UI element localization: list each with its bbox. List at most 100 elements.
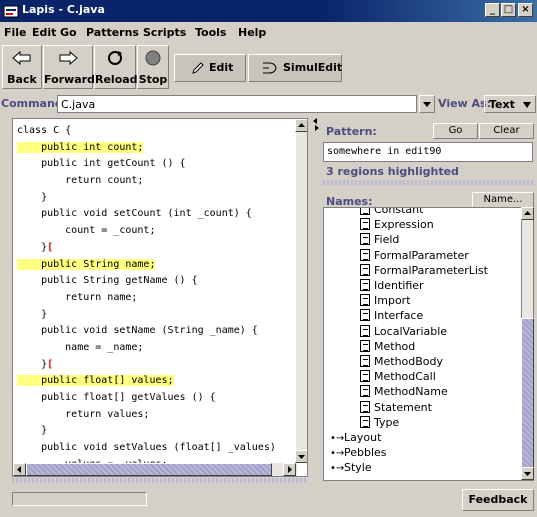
- tree-item[interactable]: MethodBody: [360, 354, 443, 370]
- close-button[interactable]: ×: [518, 3, 533, 17]
- tree-item[interactable]: LocalVariable: [360, 324, 447, 340]
- code-line: public float[] values;: [13, 373, 297, 390]
- tree-item[interactable]: Import: [360, 293, 411, 309]
- tree-folder[interactable]: •→Style: [330, 460, 372, 476]
- document-icon: [360, 370, 370, 383]
- minimize-button[interactable]: _: [485, 3, 500, 17]
- edit-button[interactable]: Edit: [174, 54, 246, 82]
- arrow-down-icon: [298, 455, 305, 459]
- reload-button[interactable]: Reload: [94, 45, 138, 89]
- code-editor[interactable]: class C { public int count; public int g…: [12, 118, 308, 477]
- code-line: }: [13, 190, 297, 207]
- menu-edit[interactable]: Edit: [32, 26, 56, 39]
- simuledit-button[interactable]: SimulEdit: [248, 54, 342, 82]
- code-line: public void setName (String _name) {: [13, 323, 297, 340]
- command-row: Command: C.java View As: Text: [0, 94, 537, 114]
- menu-tools[interactable]: Tools: [195, 26, 226, 39]
- tree-folder[interactable]: •→Pebbles: [330, 445, 387, 461]
- code-line: public void setCount (int _count) {: [13, 206, 297, 223]
- scroll-up-button[interactable]: [295, 119, 307, 132]
- menu-go[interactable]: Go: [60, 26, 77, 39]
- tree-item[interactable]: Interface: [360, 308, 423, 324]
- code-text: }: [17, 241, 48, 253]
- editor-split-handle[interactable]: [12, 478, 308, 483]
- tree-item[interactable]: Expression: [360, 217, 434, 233]
- tree-item-label: Identifier: [374, 279, 424, 292]
- tree-folder[interactable]: •→Layout: [330, 430, 381, 446]
- pencil-icon: [192, 62, 204, 74]
- tree-item-label: Method: [374, 339, 416, 353]
- names-scroll-thumb[interactable]: [521, 318, 534, 468]
- tree-item-label: Statement: [374, 400, 432, 414]
- maximize-button[interactable]: □: [501, 3, 516, 17]
- code-line: }: [13, 307, 297, 324]
- expand-handle-icon[interactable]: •→: [330, 461, 344, 477]
- go-button[interactable]: Go: [433, 123, 478, 139]
- document-icon: [360, 208, 370, 215]
- code-line: public void setValues (float[] _values): [13, 440, 297, 457]
- menu-scripts[interactable]: Scripts: [143, 26, 186, 39]
- code-text: public int getCount () {: [17, 158, 186, 170]
- command-input[interactable]: C.java: [57, 95, 417, 113]
- feedback-button[interactable]: Feedback: [462, 489, 534, 511]
- code-line: }: [13, 423, 297, 440]
- code-line: public String getName () {: [13, 273, 297, 290]
- code-text: class C {: [17, 125, 72, 136]
- highlighted-region: public int count;: [17, 141, 144, 153]
- scroll-left-button[interactable]: [13, 463, 26, 476]
- names-tree[interactable]: Constant Expression Field FormalParameter Fo…: [323, 207, 523, 481]
- menu-file[interactable]: File: [4, 26, 27, 39]
- code-text: public void setCount (int _count) {: [17, 208, 252, 220]
- menu-help[interactable]: Help: [238, 26, 266, 39]
- back-arrow-icon: [12, 50, 31, 66]
- names-scroll-up-button[interactable]: [521, 207, 534, 220]
- code-text: return values;: [17, 408, 150, 420]
- pattern-input[interactable]: somewhere in edit90: [323, 142, 533, 162]
- tree-item[interactable]: Type: [360, 415, 399, 431]
- forward-button[interactable]: Forward: [43, 45, 95, 89]
- tree-item[interactable]: Field: [360, 232, 399, 248]
- code-text: public float[] getValues () {: [17, 392, 216, 403]
- code-line: public int getCount () {: [13, 156, 297, 173]
- code-text: public void setName (String _name) {: [17, 325, 258, 337]
- document-icon: [360, 385, 370, 398]
- code-text: return name;: [17, 291, 138, 303]
- scroll-right-button[interactable]: [283, 463, 296, 476]
- code-text: public String getName () {: [17, 275, 198, 287]
- arrow-up-icon: [524, 211, 531, 215]
- pattern-split-handle[interactable]: [323, 180, 533, 185]
- pattern-label: Pattern:: [326, 125, 377, 138]
- command-dropdown-button[interactable]: [419, 95, 435, 113]
- code-line: return values;: [13, 407, 297, 424]
- tree-item[interactable]: FormalParameter: [360, 248, 469, 264]
- names-vertical-scrollbar[interactable]: [521, 207, 534, 481]
- document-icon: [360, 355, 370, 367]
- tree-item[interactable]: FormalParameterList: [360, 263, 488, 279]
- tree-folder-label: Style: [344, 461, 372, 475]
- name-button[interactable]: Name...: [472, 192, 534, 208]
- tree-item[interactable]: Identifier: [360, 278, 424, 294]
- menu-patterns[interactable]: Patterns: [86, 26, 139, 39]
- tree-item[interactable]: Method: [360, 339, 415, 355]
- view-as-select[interactable]: Text: [484, 95, 536, 113]
- tree-item[interactable]: MethodCall: [360, 369, 436, 385]
- tree-item[interactable]: Statement: [360, 400, 432, 416]
- stop-button[interactable]: Stop: [137, 45, 169, 89]
- editor-horizontal-scrollbar[interactable]: [13, 463, 297, 476]
- editor-vertical-scrollbar[interactable]: [295, 119, 307, 463]
- clear-button[interactable]: Clear: [479, 123, 534, 139]
- horizontal-scroll-thumb[interactable]: [26, 463, 272, 476]
- code-text: }: [17, 308, 48, 320]
- scroll-down-button[interactable]: [295, 450, 307, 463]
- menu-bar: File Edit Go Patterns Scripts Tools Help: [0, 23, 537, 43]
- names-scroll-down-button[interactable]: [521, 467, 534, 480]
- back-button[interactable]: Back: [2, 45, 42, 89]
- tree-item-label: FormalParameterList: [374, 263, 488, 277]
- document-icon: [360, 279, 370, 291]
- code-text: return count;: [17, 175, 144, 187]
- vertical-splitter[interactable]: [312, 118, 320, 488]
- splitter-arrows-icon: [313, 118, 319, 131]
- tree-item-label: Type: [374, 415, 400, 429]
- tree-item[interactable]: MethodName: [360, 384, 448, 400]
- reload-icon: [108, 51, 122, 65]
